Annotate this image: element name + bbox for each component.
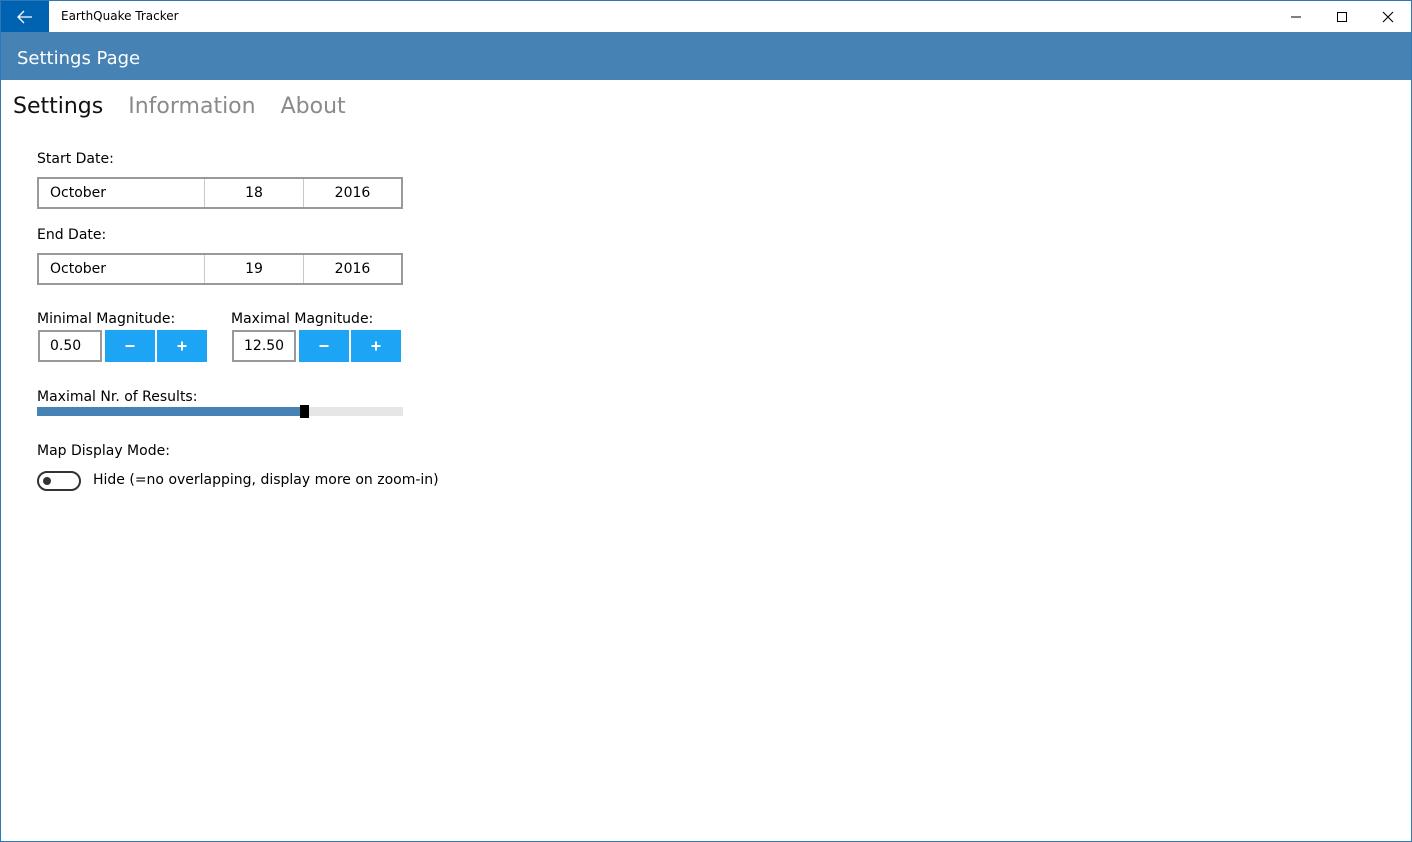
- min-magnitude-increase-button[interactable]: [157, 330, 207, 362]
- min-magnitude-input[interactable]: 0.50: [38, 330, 102, 362]
- map-mode-label: Map Display Mode:: [37, 443, 170, 459]
- pivot-tabs: Settings Information About: [13, 89, 371, 125]
- max-results-slider[interactable]: [37, 405, 403, 418]
- plus-icon: [371, 341, 381, 351]
- close-icon: [1382, 11, 1394, 22]
- start-date-year[interactable]: 2016: [304, 179, 401, 207]
- minimize-button[interactable]: [1273, 1, 1319, 32]
- tab-settings[interactable]: Settings: [13, 89, 103, 125]
- end-date-month[interactable]: October: [39, 255, 205, 283]
- tab-about[interactable]: About: [281, 89, 346, 125]
- minimize-icon: [1291, 16, 1301, 17]
- tab-information[interactable]: Information: [128, 89, 255, 125]
- max-results-slider-thumb[interactable]: [300, 405, 310, 418]
- min-magnitude-decrease-button[interactable]: [105, 330, 155, 362]
- close-button[interactable]: [1365, 1, 1411, 32]
- map-mode-toggle[interactable]: [37, 471, 81, 491]
- window-title: EarthQuake Tracker: [61, 9, 179, 23]
- title-bar: EarthQuake Tracker: [1, 1, 1411, 32]
- page-header: Settings Page: [1, 32, 1411, 80]
- back-button[interactable]: [1, 1, 49, 32]
- max-results-slider-fill: [37, 407, 305, 416]
- plus-icon: [177, 341, 187, 351]
- start-date-picker[interactable]: October 18 2016: [37, 177, 403, 209]
- map-mode-toggle-label: Hide (=no overlapping, display more on z…: [93, 472, 439, 488]
- start-date-month[interactable]: October: [39, 179, 205, 207]
- min-magnitude-label: Minimal Magnitude:: [37, 311, 176, 327]
- end-date-label: End Date:: [37, 227, 107, 243]
- end-date-year[interactable]: 2016: [304, 255, 401, 283]
- toggle-knob: [43, 477, 51, 485]
- max-magnitude-label: Maximal Magnitude:: [231, 311, 374, 327]
- maximize-button[interactable]: [1319, 1, 1365, 32]
- max-magnitude-decrease-button[interactable]: [299, 330, 349, 362]
- minus-icon: [319, 345, 329, 347]
- max-magnitude-input[interactable]: 12.50: [232, 330, 296, 362]
- max-results-label: Maximal Nr. of Results:: [37, 389, 198, 405]
- maximize-icon: [1337, 11, 1347, 22]
- app-window: EarthQuake Tracker Settings Page Setting…: [0, 0, 1412, 842]
- start-date-day[interactable]: 18: [205, 179, 304, 207]
- page-title: Settings Page: [17, 48, 141, 69]
- start-date-label: Start Date:: [37, 151, 114, 167]
- end-date-day[interactable]: 19: [205, 255, 304, 283]
- end-date-picker[interactable]: October 19 2016: [37, 253, 403, 285]
- max-magnitude-increase-button[interactable]: [351, 330, 401, 362]
- arrow-left-icon: [17, 10, 32, 23]
- minus-icon: [125, 345, 135, 347]
